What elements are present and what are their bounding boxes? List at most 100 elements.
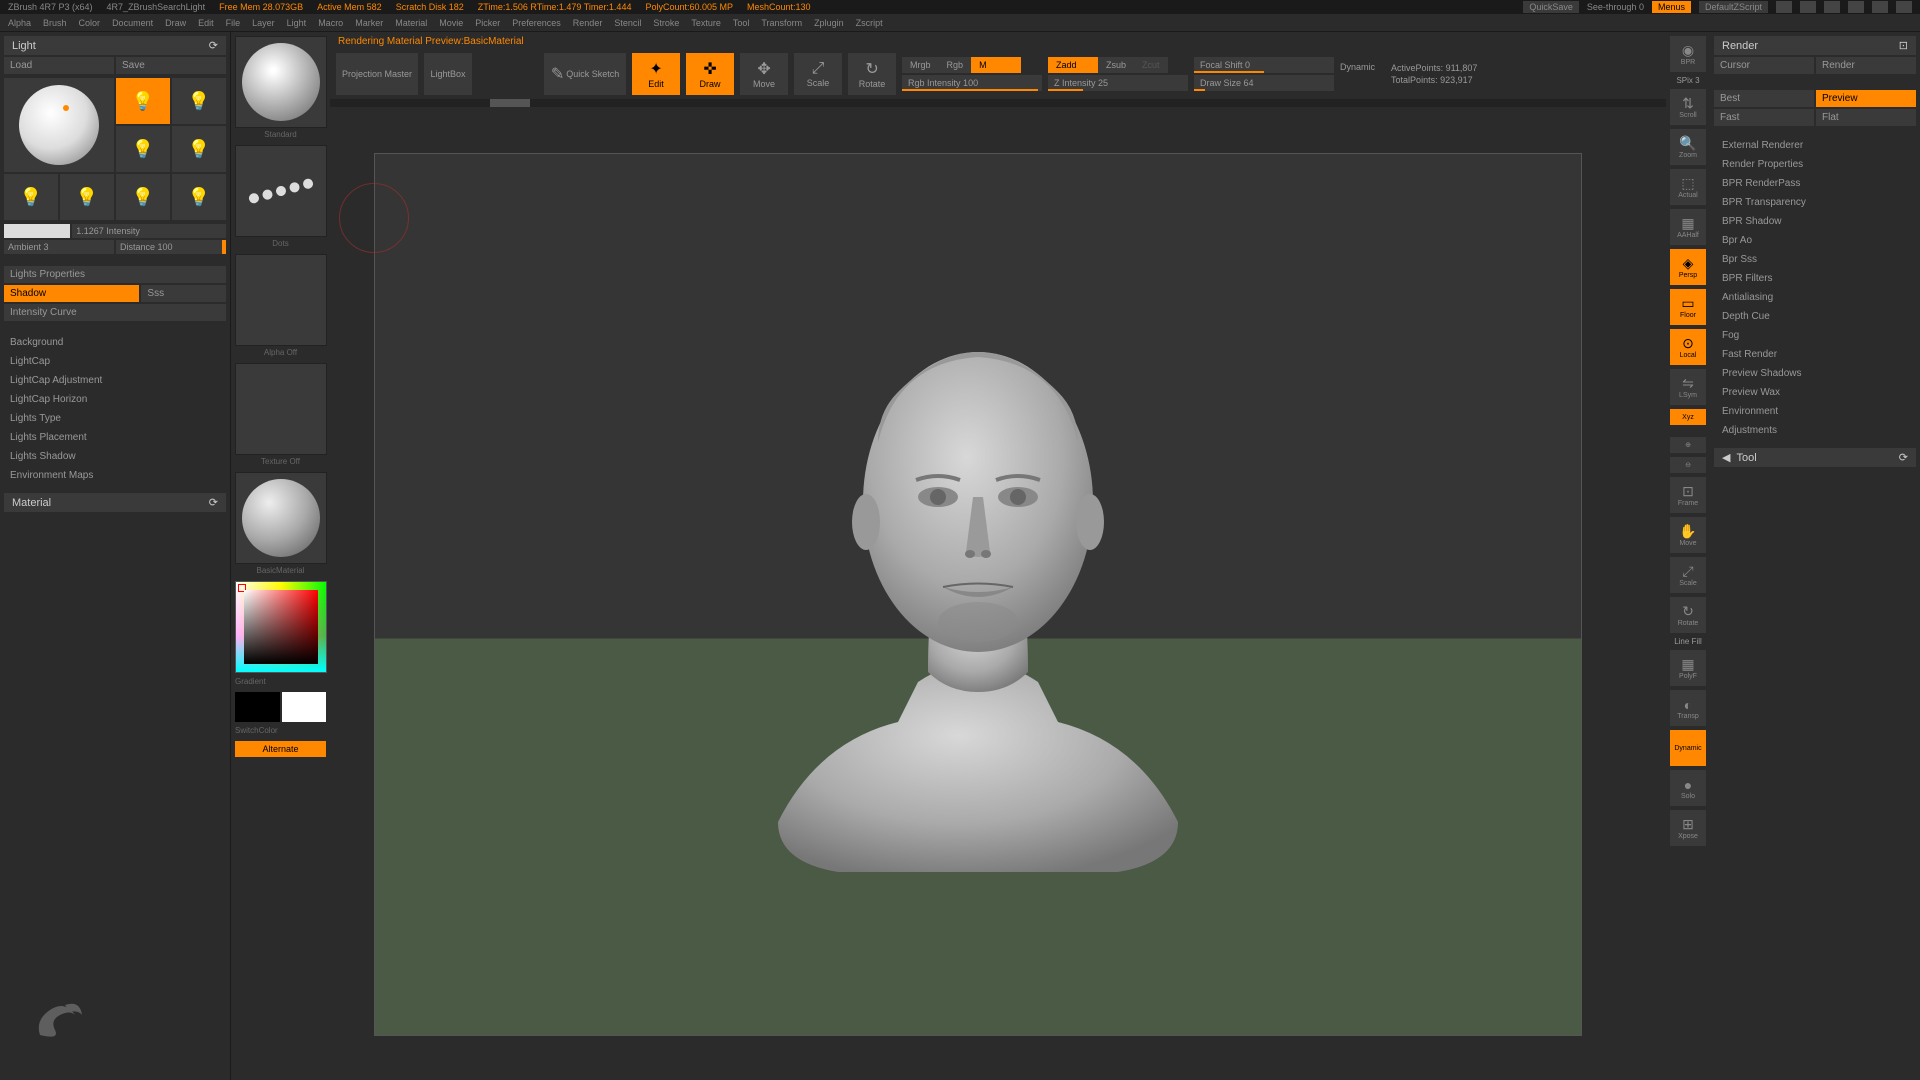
- stroke-thumb[interactable]: [235, 145, 327, 237]
- menu-document[interactable]: Document: [112, 18, 153, 28]
- transp-button[interactable]: ◐Transp: [1670, 690, 1706, 726]
- environment-maps-section[interactable]: Environment Maps: [4, 466, 226, 485]
- bpr-sss-section[interactable]: Bpr Sss: [1714, 250, 1916, 269]
- z-intensity-slider[interactable]: Z Intensity 25: [1048, 75, 1188, 91]
- antialiasing-section[interactable]: Antialiasing: [1714, 288, 1916, 307]
- menu-material[interactable]: Material: [395, 18, 427, 28]
- preview-wax-section[interactable]: Preview Wax: [1714, 383, 1916, 402]
- menu-transform[interactable]: Transform: [761, 18, 802, 28]
- seethrough-slider[interactable]: See-through 0: [1587, 2, 1644, 12]
- menu-render[interactable]: Render: [573, 18, 603, 28]
- environment-section[interactable]: Environment: [1714, 402, 1916, 421]
- zadd-toggle[interactable]: Zadd: [1048, 57, 1098, 73]
- bpr-renderpass-section[interactable]: BPR RenderPass: [1714, 174, 1916, 193]
- fast-render-section[interactable]: Fast Render: [1714, 345, 1916, 364]
- quicksketch-button[interactable]: ✎Quick Sketch: [544, 53, 626, 95]
- fast-button[interactable]: Fast: [1714, 109, 1814, 126]
- horizontal-scrollbar[interactable]: [330, 99, 1666, 107]
- menu-picker[interactable]: Picker: [475, 18, 500, 28]
- quicksave-button[interactable]: QuickSave: [1523, 1, 1579, 13]
- distance-slider[interactable]: Distance 100: [116, 240, 226, 254]
- rot-helper-1[interactable]: ⊕: [1670, 437, 1706, 453]
- swatch-white[interactable]: [282, 692, 327, 722]
- projection-master-button[interactable]: Projection Master: [336, 53, 418, 95]
- flat-button[interactable]: Flat: [1816, 109, 1916, 126]
- light-slot-3[interactable]: 💡: [116, 126, 170, 172]
- menu-movie[interactable]: Movie: [439, 18, 463, 28]
- adjustments-section[interactable]: Adjustments: [1714, 421, 1916, 440]
- draw-button[interactable]: ✜Draw: [686, 53, 734, 95]
- floor-button[interactable]: ▭Floor: [1670, 289, 1706, 325]
- move-nav-button[interactable]: ✋Move: [1670, 517, 1706, 553]
- aahalf-button[interactable]: ▦AAHalf: [1670, 209, 1706, 245]
- bpr-ao-section[interactable]: Bpr Ao: [1714, 231, 1916, 250]
- zoom-button[interactable]: 🔍Zoom: [1670, 129, 1706, 165]
- bpr-filters-section[interactable]: BPR Filters: [1714, 269, 1916, 288]
- m-toggle[interactable]: M: [971, 57, 1021, 73]
- material-thumb[interactable]: [235, 472, 327, 564]
- edit-button[interactable]: ✦Edit: [632, 53, 680, 95]
- refresh-icon[interactable]: ⟳: [1899, 451, 1908, 464]
- texture-thumb[interactable]: [235, 363, 327, 455]
- rotate-button[interactable]: ↻Rotate: [848, 53, 896, 95]
- light-slot-1[interactable]: 💡: [116, 78, 170, 124]
- menu-color[interactable]: Color: [79, 18, 101, 28]
- rot-helper-2[interactable]: ⊖: [1670, 457, 1706, 473]
- scroll-button[interactable]: ⇅Scroll: [1670, 89, 1706, 125]
- move-button[interactable]: ✥Move: [740, 53, 788, 95]
- close-panel-icon[interactable]: ⊡: [1899, 39, 1908, 52]
- brush-thumb[interactable]: [235, 36, 327, 128]
- best-button[interactable]: Best: [1714, 90, 1814, 107]
- menu-zscript[interactable]: Zscript: [856, 18, 883, 28]
- chevron-left-icon[interactable]: ◀: [1722, 451, 1730, 464]
- viewport[interactable]: [334, 113, 1662, 1076]
- external-renderer-section[interactable]: External Renderer: [1714, 136, 1916, 155]
- draw-size-slider[interactable]: Draw Size 64: [1194, 75, 1334, 91]
- polyf-button[interactable]: ▦PolyF: [1670, 650, 1706, 686]
- intensity-slider[interactable]: 1.1267 Intensity: [72, 224, 226, 238]
- light-preview-sphere[interactable]: [4, 78, 114, 172]
- scale-nav-button[interactable]: ⤢Scale: [1670, 557, 1706, 593]
- light-slot-6[interactable]: 💡: [60, 174, 114, 220]
- save-button[interactable]: Save: [116, 57, 226, 74]
- scale-button[interactable]: ⤢Scale: [794, 53, 842, 95]
- color-picker[interactable]: [235, 581, 327, 673]
- light-color-swatch[interactable]: [4, 224, 70, 238]
- win-icon-2[interactable]: [1800, 1, 1816, 13]
- preview-shadows-section[interactable]: Preview Shadows: [1714, 364, 1916, 383]
- shadow-toggle[interactable]: Shadow: [4, 285, 139, 302]
- bpr-button[interactable]: ◉BPR: [1670, 36, 1706, 72]
- depth-cue-section[interactable]: Depth Cue: [1714, 307, 1916, 326]
- menu-edit[interactable]: Edit: [198, 18, 214, 28]
- menu-tool[interactable]: Tool: [733, 18, 750, 28]
- xpose-button[interactable]: ⊞Xpose: [1670, 810, 1706, 846]
- solo-button[interactable]: ●Solo: [1670, 770, 1706, 806]
- menu-texture[interactable]: Texture: [691, 18, 721, 28]
- menu-marker[interactable]: Marker: [355, 18, 383, 28]
- light-slot-2[interactable]: 💡: [172, 78, 226, 124]
- dynamic-button[interactable]: Dynamic: [1670, 730, 1706, 766]
- sss-toggle[interactable]: Sss: [141, 285, 226, 302]
- load-button[interactable]: Load: [4, 57, 114, 74]
- zcut-toggle[interactable]: Zcut: [1134, 57, 1168, 73]
- menu-brush[interactable]: Brush: [43, 18, 67, 28]
- menu-file[interactable]: File: [226, 18, 241, 28]
- tool-panel-header[interactable]: ◀ Tool ⟳: [1714, 448, 1916, 467]
- render-panel-header[interactable]: Render ⊡: [1714, 36, 1916, 55]
- render-properties-section[interactable]: Render Properties: [1714, 155, 1916, 174]
- light-panel-header[interactable]: Light ⟳: [4, 36, 226, 55]
- material-panel-header[interactable]: Material ⟳: [4, 493, 226, 512]
- rgb-toggle[interactable]: Rgb: [939, 57, 972, 73]
- persp-button[interactable]: ◈Persp: [1670, 249, 1706, 285]
- menu-alpha[interactable]: Alpha: [8, 18, 31, 28]
- ambient-slider[interactable]: Ambient 3: [4, 240, 114, 254]
- light-slot-7[interactable]: 💡: [116, 174, 170, 220]
- sculpted-bust[interactable]: [718, 322, 1238, 902]
- frame-button[interactable]: ⊡Frame: [1670, 477, 1706, 513]
- default-zscript[interactable]: DefaultZScript: [1699, 1, 1768, 13]
- menu-draw[interactable]: Draw: [165, 18, 186, 28]
- minimize-icon[interactable]: [1848, 1, 1864, 13]
- menu-light[interactable]: Light: [287, 18, 307, 28]
- switchcolor-button[interactable]: SwitchColor: [235, 726, 326, 735]
- rotate-nav-button[interactable]: ↻Rotate: [1670, 597, 1706, 633]
